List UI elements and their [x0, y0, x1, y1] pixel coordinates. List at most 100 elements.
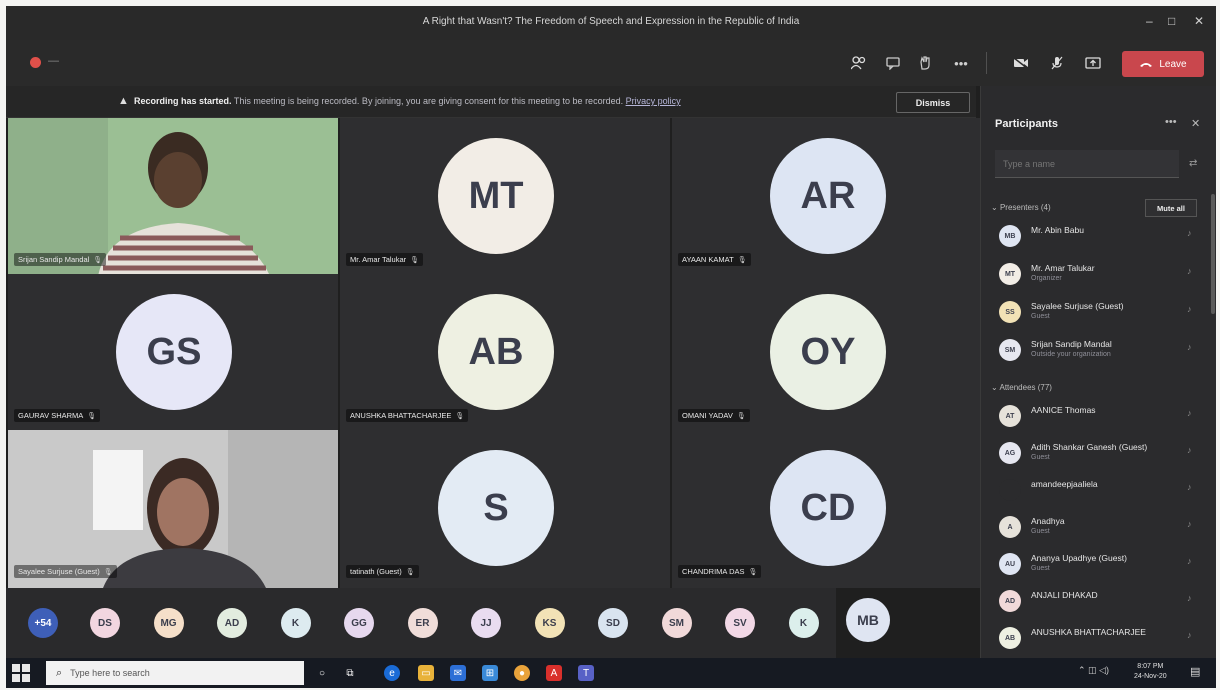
- participant-strip: +54 DS MG AD K GG ER JJ KS SD SM SV K: [6, 588, 836, 658]
- video-tile[interactable]: AR AYAAN KAMAT 🎙: [672, 118, 1002, 276]
- self-avatar[interactable]: MB: [846, 598, 890, 642]
- chat-icon: [886, 56, 900, 70]
- participant-row[interactable]: A Anadhya Guest ♪: [995, 513, 1205, 543]
- mic-muted-icon: 🎙: [405, 569, 415, 576]
- minimize-button[interactable]: –: [1146, 14, 1153, 28]
- chat-button[interactable]: [882, 52, 904, 74]
- dismiss-button[interactable]: Dismiss: [896, 92, 970, 113]
- participant-name-label: tatinath (Guest) 🎙: [346, 565, 419, 578]
- strip-participant-avatar[interactable]: SM: [661, 608, 692, 638]
- start-button[interactable]: [12, 664, 30, 682]
- mic-muted-icon: ♪: [1187, 556, 1192, 566]
- mail-icon[interactable]: ✉: [450, 665, 466, 681]
- participant-row[interactable]: amandeepjaaliela ♪: [995, 476, 1205, 506]
- store-icon[interactable]: ⊞: [482, 665, 498, 681]
- task-view-icon[interactable]: ⧉: [342, 665, 358, 681]
- participant-row[interactable]: AG Adith Shankar Ganesh (Guest) Guest ♪: [995, 439, 1205, 469]
- camera-toggle-button[interactable]: [1010, 52, 1032, 74]
- strip-participant-avatar[interactable]: DS: [90, 608, 120, 638]
- close-window-button[interactable]: ✕: [1194, 14, 1204, 28]
- strip-participant-avatar[interactable]: KS: [534, 608, 565, 638]
- mic-muted-icon: ♪: [1187, 519, 1192, 529]
- more-actions-button[interactable]: •••: [950, 52, 972, 74]
- participant-row[interactable]: AD ANJALI DHAKAD ♪: [995, 587, 1205, 617]
- share-tray-icon: [1085, 56, 1101, 69]
- participant-name-label: ANUSHKA BHATTACHARJEE 🎙: [346, 409, 469, 422]
- privacy-policy-link[interactable]: Privacy policy: [626, 96, 681, 106]
- panel-close-button[interactable]: ✕: [1191, 117, 1200, 130]
- participants-panel: Participants ••• ✕ ⇄ ⌄ Presenters (4) Mu…: [980, 86, 1216, 658]
- strip-participant-avatar[interactable]: K: [280, 608, 311, 638]
- mic-muted-icon: 🎙: [455, 413, 465, 420]
- recording-message-bold: Recording has started.: [134, 96, 232, 106]
- participant-row[interactable]: AU Ananya Upadhye (Guest) Guest ♪: [995, 550, 1205, 580]
- participant-row[interactable]: MB Mr. Abin Babu ♪: [995, 222, 1205, 252]
- participant-row-role: Guest: [1031, 454, 1050, 461]
- participant-avatar: CD: [770, 450, 886, 566]
- mic-toggle-button[interactable]: [1046, 52, 1068, 74]
- panel-more-button[interactable]: •••: [1165, 116, 1177, 128]
- participant-row-name: Anadhya: [1031, 516, 1065, 526]
- participant-row[interactable]: AB ANUSHKA BHATTACHARJEE ♪: [995, 624, 1205, 654]
- leave-button[interactable]: Leave: [1122, 51, 1204, 77]
- taskbar-search-box[interactable]: ⌕ Type here to search: [46, 661, 304, 685]
- mic-muted-icon: ♪: [1187, 228, 1192, 238]
- share-invite-icon[interactable]: ⇄: [1189, 158, 1197, 169]
- system-tray[interactable]: ⌃ ◫ ◁): [1078, 665, 1109, 676]
- video-tile[interactable]: AB ANUSHKA BHATTACHARJEE 🎙: [340, 274, 670, 432]
- strip-participant-avatar[interactable]: MG: [153, 608, 184, 638]
- strip-participant-avatar[interactable]: AD: [217, 608, 247, 638]
- participant-row-role: Guest: [1031, 528, 1050, 535]
- participant-row[interactable]: AT AANICE Thomas ♪: [995, 402, 1205, 432]
- mic-muted-icon: 🎙: [87, 413, 97, 420]
- mic-muted-icon: ♪: [1187, 342, 1192, 352]
- notification-icon[interactable]: ▤: [1190, 665, 1200, 678]
- video-tile[interactable]: GS GAURAV SHARMA 🎙: [8, 274, 338, 432]
- mic-muted-icon: ♪: [1187, 445, 1192, 455]
- title-bar: A Right that Wasn't? The Freedom of Spee…: [6, 6, 1216, 40]
- teams-icon[interactable]: T: [578, 665, 594, 681]
- participant-row-name: Adith Shankar Ganesh (Guest): [1031, 442, 1148, 452]
- participant-row[interactable]: SM Srijan Sandip Mandal Outside your organ…: [995, 336, 1205, 366]
- more-participants-badge[interactable]: +54: [28, 608, 58, 638]
- attendees-header[interactable]: ⌄ Attendees (77): [991, 383, 1052, 392]
- maximize-button[interactable]: □: [1168, 14, 1175, 28]
- people-icon: [851, 56, 866, 70]
- mic-muted-icon: ♪: [1187, 630, 1192, 640]
- video-tile[interactable]: CD CHANDRIMA DAS 🎙: [672, 430, 1002, 588]
- participant-row-avatar: SS: [999, 301, 1021, 323]
- file-explorer-icon[interactable]: ▭: [418, 665, 434, 681]
- participant-row[interactable]: MT Mr. Amar Talukar Organizer ♪: [995, 260, 1205, 290]
- leave-label: Leave: [1159, 58, 1187, 70]
- cortana-icon[interactable]: ○: [314, 665, 330, 681]
- video-tile[interactable]: Statinath (Guest) 🎙: [340, 430, 670, 588]
- video-tile[interactable]: Srijan Sandip Mandal 🎙: [8, 118, 338, 276]
- participant-name-label: AYAAN KAMAT 🎙: [678, 253, 751, 266]
- presenters-header[interactable]: ⌄ Presenters (4): [991, 203, 1051, 212]
- participants-toggle-button[interactable]: [848, 52, 870, 74]
- clock[interactable]: 8:07 PM 24-Nov-20: [1134, 662, 1167, 682]
- participant-row[interactable]: SS Sayalee Surjuse (Guest) Guest ♪: [995, 298, 1205, 328]
- strip-participant-avatar[interactable]: SV: [725, 608, 755, 638]
- strip-participant-avatar[interactable]: GG: [344, 608, 374, 638]
- share-screen-button[interactable]: [1082, 52, 1104, 74]
- strip-participant-avatar[interactable]: JJ: [471, 608, 501, 638]
- video-tile[interactable]: MT Mr. Amar Talukar 🎙: [340, 118, 670, 276]
- participant-avatar: GS: [116, 294, 232, 410]
- participant-search-input[interactable]: [995, 150, 1179, 178]
- clock-time: 8:07 PM: [1137, 663, 1164, 670]
- video-tile[interactable]: OY OMANI YADAV 🎙: [672, 274, 1002, 432]
- camera-off-icon: [1013, 57, 1028, 69]
- chrome-icon[interactable]: ●: [514, 665, 530, 681]
- panel-scrollbar[interactable]: [1211, 194, 1215, 314]
- strip-participant-avatar[interactable]: ER: [407, 608, 438, 638]
- pdf-reader-icon[interactable]: A: [546, 665, 562, 681]
- mic-muted-icon: 🎙: [736, 413, 746, 420]
- video-tile[interactable]: Sayalee Surjuse (Guest) 🎙: [8, 430, 338, 588]
- strip-participant-avatar[interactable]: SD: [598, 608, 628, 638]
- mic-off-icon: [1051, 56, 1063, 70]
- strip-participant-avatar[interactable]: K: [788, 608, 819, 638]
- edge-browser-icon[interactable]: e: [384, 665, 400, 681]
- raise-hand-button[interactable]: [914, 52, 936, 74]
- mute-all-button[interactable]: Mute all: [1145, 199, 1197, 217]
